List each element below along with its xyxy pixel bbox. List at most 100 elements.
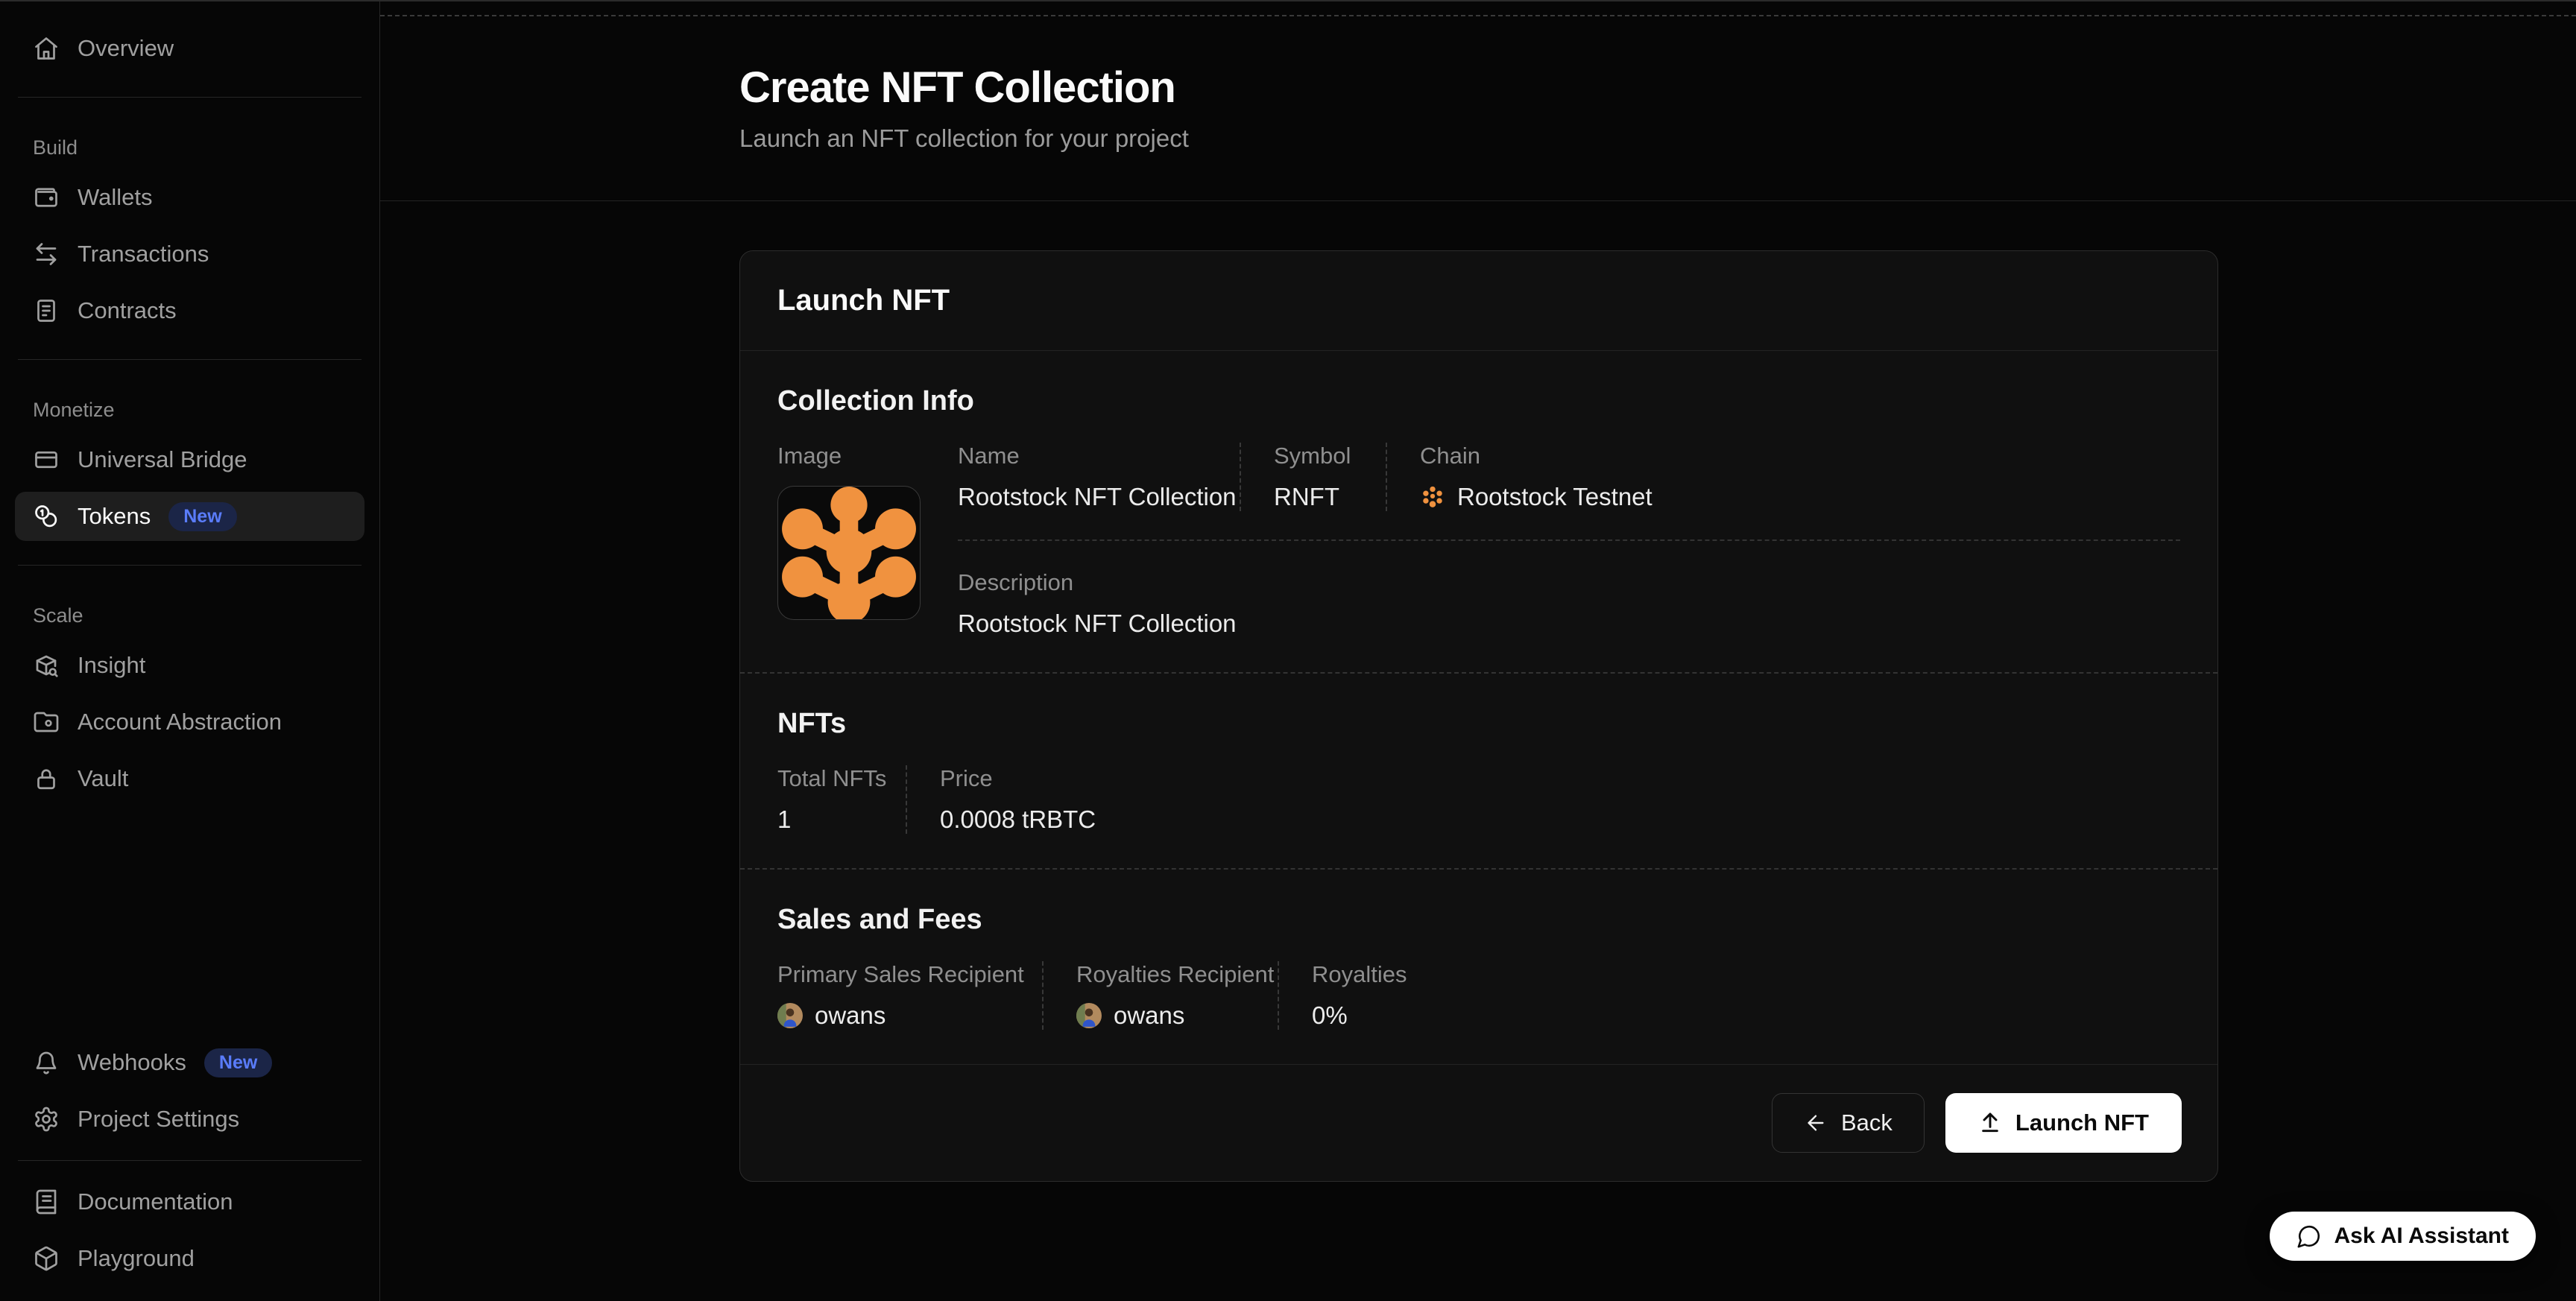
rootstock-logo-image — [778, 487, 920, 619]
symbol-label: Symbol — [1274, 443, 1386, 469]
name-cell: Name Rootstock NFT Collection — [958, 443, 1240, 511]
sales-fees-section: Sales and Fees Primary Sales Recipient o… — [740, 870, 2217, 1064]
book-icon — [33, 1188, 60, 1215]
total-nfts-label: Total NFTs — [777, 765, 906, 792]
description-value: Rootstock NFT Collection — [958, 610, 2180, 638]
name-value: Rootstock NFT Collection — [958, 483, 1240, 511]
sidebar-item-wallets[interactable]: Wallets — [15, 173, 364, 222]
sidebar-item-webhooks[interactable]: Webhooks New — [15, 1038, 364, 1087]
sidebar-item-documentation[interactable]: Documentation — [15, 1177, 364, 1226]
total-nfts-value: 1 — [777, 805, 906, 834]
sidebar-item-label: Vault — [78, 765, 128, 792]
sidebar-item-label: Overview — [78, 35, 174, 62]
sidebar-divider — [18, 1160, 362, 1161]
sidebar-item-playground[interactable]: Playground — [15, 1234, 364, 1283]
ask-ai-assistant-button[interactable]: Ask AI Assistant — [2270, 1212, 2536, 1261]
primary-sales-cell: Primary Sales Recipient owans — [777, 961, 1042, 1030]
sidebar-item-account-abstraction[interactable]: Account Abstraction — [15, 697, 364, 747]
page-header: Create NFT Collection Launch an NFT coll… — [380, 16, 2576, 201]
sidebar-bottom-group: Webhooks New Project Settings Documentat… — [15, 1038, 364, 1283]
sidebar-divider — [18, 97, 362, 98]
sidebar-item-tokens[interactable]: Tokens New — [15, 492, 364, 541]
sidebar-item-label: Playground — [78, 1245, 195, 1272]
royalties-label: Royalties — [1312, 961, 1407, 988]
royalties-cell: Royalties 0% — [1278, 961, 1407, 1030]
image-column: Image — [777, 443, 958, 638]
cube-icon — [33, 1245, 60, 1272]
avatar — [1076, 1003, 1102, 1028]
sidebar-item-label: Project Settings — [78, 1106, 239, 1133]
royalties-value: 0% — [1312, 1001, 1407, 1030]
sidebar-item-project-settings[interactable]: Project Settings — [15, 1095, 364, 1144]
new-badge: New — [204, 1048, 272, 1077]
gear-icon — [33, 1106, 60, 1133]
primary-sales-label: Primary Sales Recipient — [777, 961, 1042, 988]
sidebar-item-vault[interactable]: Vault — [15, 754, 364, 803]
lock-icon — [33, 765, 60, 792]
description-label: Description — [958, 569, 2180, 596]
sidebar-item-label: Webhooks — [78, 1049, 186, 1076]
description-cell: Description Rootstock NFT Collection — [958, 569, 2180, 638]
dashed-divider — [958, 539, 2180, 541]
nfts-section: NFTs Total NFTs 1 Price 0.0008 tRBTC — [740, 674, 2217, 870]
chain-label: Chain — [1420, 443, 2180, 469]
sidebar-section-build: Build — [15, 136, 364, 159]
sidebar-item-universal-bridge[interactable]: Universal Bridge — [15, 435, 364, 484]
sidebar-item-insight[interactable]: Insight — [15, 641, 364, 690]
rootstock-chain-icon — [1420, 484, 1445, 510]
top-dashed-divider — [380, 1, 2576, 16]
total-nfts-cell: Total NFTs 1 — [777, 765, 906, 834]
page-title: Create NFT Collection — [739, 63, 2531, 113]
launch-nft-card: Launch NFT Collection Info Image — [739, 250, 2218, 1182]
primary-sales-value: owans — [815, 1001, 886, 1030]
sidebar-item-label: Contracts — [78, 297, 177, 324]
collection-info-section: Collection Info Image — [740, 351, 2217, 674]
sidebar-item-transactions[interactable]: Transactions — [15, 230, 364, 279]
sidebar-item-contracts[interactable]: Contracts — [15, 286, 364, 335]
image-label: Image — [777, 443, 958, 469]
launch-nft-button-label: Launch NFT — [2015, 1110, 2149, 1136]
price-value: 0.0008 tRBTC — [940, 805, 1096, 834]
bell-icon — [33, 1049, 60, 1076]
royalties-recipient-cell: Royalties Recipient owans — [1042, 961, 1278, 1030]
wallet-icon — [33, 184, 60, 211]
sidebar: Overview Build Wallets Transactions Cont… — [0, 1, 380, 1301]
sidebar-item-label: Universal Bridge — [78, 446, 247, 473]
name-label: Name — [958, 443, 1240, 469]
card-footer: Back Launch NFT — [740, 1064, 2217, 1181]
arrows-left-right-icon — [33, 241, 60, 268]
sidebar-item-label: Documentation — [78, 1188, 233, 1215]
card-title: Launch NFT — [777, 284, 2180, 317]
royalties-recipient-value: owans — [1114, 1001, 1184, 1030]
coins-icon — [33, 503, 60, 530]
sidebar-section-scale: Scale — [15, 604, 364, 627]
sidebar-item-overview[interactable]: Overview — [15, 24, 364, 73]
sidebar-item-label: Wallets — [78, 184, 152, 211]
chat-bubble-icon — [2296, 1224, 2322, 1249]
sidebar-item-label: Insight — [78, 652, 145, 679]
royalties-recipient-label: Royalties Recipient — [1076, 961, 1278, 988]
package-search-icon — [33, 652, 60, 679]
collection-image — [777, 486, 921, 620]
symbol-cell: Symbol RNFT — [1240, 443, 1386, 511]
app-root: Overview Build Wallets Transactions Cont… — [0, 0, 2576, 1301]
upload-icon — [1978, 1111, 2002, 1135]
sidebar-section-monetize: Monetize — [15, 399, 364, 422]
ask-ai-assistant-label: Ask AI Assistant — [2334, 1224, 2509, 1249]
sidebar-divider — [18, 359, 362, 360]
chain-value: Rootstock Testnet — [1457, 483, 1652, 511]
chain-cell: Chain — [1386, 443, 2180, 511]
document-icon — [33, 297, 60, 324]
price-label: Price — [940, 765, 1096, 792]
sidebar-item-label: Transactions — [78, 241, 209, 268]
arrow-left-icon — [1804, 1111, 1828, 1135]
back-button-label: Back — [1841, 1110, 1892, 1136]
nfts-heading: NFTs — [777, 708, 2180, 740]
launch-nft-button[interactable]: Launch NFT — [1945, 1093, 2182, 1153]
back-button[interactable]: Back — [1772, 1093, 1925, 1153]
sidebar-item-label: Account Abstraction — [78, 709, 282, 735]
sidebar-divider — [18, 565, 362, 566]
new-badge: New — [168, 502, 236, 531]
collection-info-heading: Collection Info — [777, 385, 2180, 417]
page-subtitle: Launch an NFT collection for your projec… — [739, 124, 2531, 153]
